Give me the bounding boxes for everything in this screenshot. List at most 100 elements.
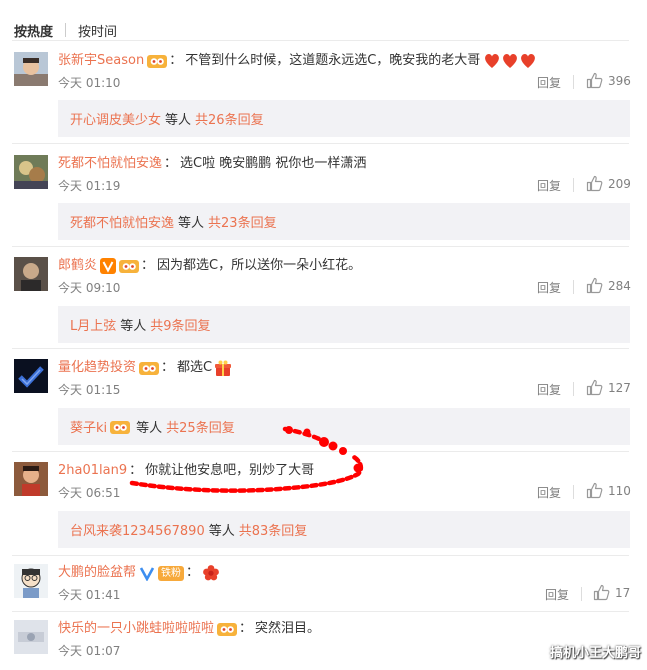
reply-button[interactable]: 回复: [537, 280, 561, 296]
flower-emoji-icon: [202, 564, 220, 582]
view-replies-link[interactable]: 共25条回复: [166, 417, 235, 436]
view-replies-link[interactable]: 共83条回复: [239, 520, 308, 539]
thumbs-up-icon: [586, 379, 603, 396]
colon: ：: [239, 621, 253, 636]
username-link[interactable]: 死都不怕就怕安逸: [58, 155, 162, 173]
reply-button[interactable]: 回复: [537, 178, 561, 194]
avatar[interactable]: [14, 155, 48, 189]
colon: ：: [169, 53, 183, 68]
like-count: 127: [608, 380, 631, 395]
reply-button[interactable]: 回复: [537, 485, 561, 501]
divider: [573, 178, 574, 192]
divider: [573, 280, 574, 294]
fan-badge-icon: [119, 258, 140, 274]
sub-reply-username[interactable]: 死都不怕就怕安逸: [70, 212, 174, 231]
fan-badge-icon: [217, 621, 238, 637]
like-button[interactable]: 127: [586, 379, 631, 396]
like-button[interactable]: 284: [586, 277, 631, 294]
like-button[interactable]: 209: [586, 175, 631, 192]
comment-text: 都选C: [177, 360, 213, 375]
username-link[interactable]: 2ha01lan9: [58, 462, 127, 480]
reply-button[interactable]: 回复: [537, 382, 561, 398]
sub-reply-etc: 等人: [136, 421, 163, 436]
sub-replies-box[interactable]: 台风来袭1234567890 等人 共83条回复: [58, 511, 630, 548]
username-link[interactable]: 张新宇Season: [58, 52, 144, 70]
like-count: 17: [615, 585, 631, 600]
thumbs-up-icon: [586, 277, 603, 294]
sub-replies-box[interactable]: 死都不怕就怕安逸 等人 共23条回复: [58, 203, 630, 240]
view-replies-link[interactable]: 共23条回复: [208, 212, 277, 231]
username-link[interactable]: 大鹏的脸盆帮: [58, 564, 136, 582]
sort-by-time-tab[interactable]: 按时间: [78, 21, 117, 40]
avatar[interactable]: [14, 52, 48, 86]
colon: ：: [186, 565, 200, 580]
avatar[interactable]: [14, 462, 48, 496]
comment-text: 你就让他安息吧，别炒了大哥: [145, 463, 315, 478]
avatar[interactable]: [14, 359, 48, 393]
view-replies-link[interactable]: 共9条回复: [150, 315, 210, 334]
like-button[interactable]: 110: [586, 482, 631, 499]
sub-reply-username[interactable]: L月上弦: [70, 315, 116, 334]
sub-reply-etc: 等人: [120, 319, 147, 334]
fan-badge-icon: [147, 53, 168, 69]
comment-time: 今天 01:07: [58, 644, 121, 658]
like-count: 284: [608, 278, 631, 293]
fan-badge-icon: [139, 360, 160, 376]
sub-reply-etc: 等人: [208, 524, 235, 539]
divider: [573, 382, 574, 396]
thumbs-up-icon: [586, 175, 603, 192]
verified-v-icon: [139, 565, 155, 581]
comment-time: 今天 01:41: [58, 588, 121, 602]
like-button[interactable]: 396: [586, 72, 631, 89]
watermark: 搞机小王大鹏哥: [549, 646, 641, 661]
iron-fan-badge-text: 铁粉: [161, 567, 182, 579]
like-button[interactable]: 17: [593, 584, 630, 601]
comment-line: 快乐的一只小跳蛙啦啦啦啦 ： 突然泪目。: [58, 620, 320, 638]
username-link[interactable]: 郎鹤炎: [58, 257, 97, 275]
sub-reply-username[interactable]: 开心调皮美少女: [70, 109, 161, 128]
comment-time: 今天 01:10: [58, 76, 121, 90]
heart-emoji-icon: [483, 52, 537, 70]
view-replies-link[interactable]: 共26条回复: [195, 109, 264, 128]
sub-reply-username[interactable]: 葵子ki: [70, 417, 107, 436]
sort-divider: [65, 23, 67, 37]
comment-time: 今天 06:51: [58, 486, 121, 500]
comment-line: 张新宇Season ： 不管到什么时候，这道题永远选C，晚安我的老大哥: [58, 52, 537, 70]
avatar[interactable]: [14, 620, 48, 654]
sub-reply-etc: 等人: [165, 113, 192, 128]
avatar[interactable]: [14, 564, 48, 598]
comment-time: 今天 01:19: [58, 179, 121, 193]
divider: [12, 40, 629, 41]
colon: ：: [141, 258, 155, 273]
like-count: 396: [608, 73, 631, 88]
comment-line: 量化趋势投资 ： 都选C: [58, 359, 232, 377]
sub-reply-username[interactable]: 台风来袭1234567890: [70, 520, 205, 539]
sort-by-hot-tab[interactable]: 按热度: [14, 21, 53, 40]
comment-time: 今天 01:15: [58, 383, 121, 397]
comment-text: 因为都选C，所以送你一朵小红花。: [157, 258, 362, 273]
sub-replies-box[interactable]: L月上弦 等人 共9条回复: [58, 306, 630, 343]
like-count: 209: [608, 176, 631, 191]
username-link[interactable]: 快乐的一只小跳蛙啦啦啦啦: [58, 620, 214, 638]
colon: ：: [164, 156, 178, 171]
divider: [12, 143, 629, 144]
thumbs-up-icon: [586, 482, 603, 499]
colon: ：: [161, 360, 175, 375]
comment-line: 郎鹤炎 ： 因为都选C，所以送你一朵小红花。: [58, 257, 361, 275]
divider: [581, 587, 582, 601]
iron-fan-badge: 铁粉: [158, 565, 185, 581]
fan-badge-icon: [110, 419, 131, 435]
reply-button[interactable]: 回复: [545, 587, 569, 603]
username-link[interactable]: 量化趋势投资: [58, 359, 136, 377]
avatar[interactable]: [14, 257, 48, 291]
divider: [573, 75, 574, 89]
sub-replies-box[interactable]: 葵子ki 等人 共25条回复: [58, 408, 630, 445]
reply-button[interactable]: 回复: [537, 75, 561, 91]
divider: [12, 246, 629, 247]
sort-bar: 按热度 按时间: [14, 20, 117, 40]
comment-time: 今天 09:10: [58, 281, 121, 295]
divider: [12, 611, 629, 612]
sub-replies-box[interactable]: 开心调皮美少女 等人 共26条回复: [58, 100, 630, 137]
comment-line: 2ha01lan9 ： 你就让他安息吧，别炒了大哥: [58, 462, 314, 480]
comment-line: 死都不怕就怕安逸 ： 选C啦 晚安鹏鹏 祝你也一样潇洒: [58, 155, 366, 173]
